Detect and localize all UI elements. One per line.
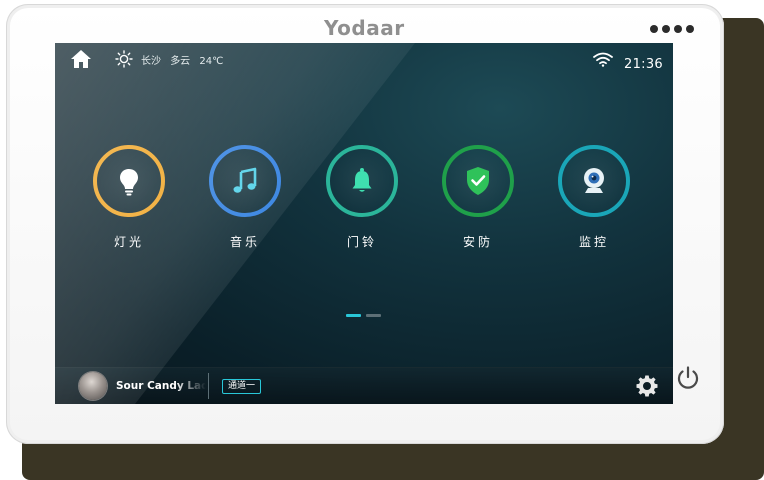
clock: 21:36 (624, 57, 663, 72)
app-label: 监控 (578, 235, 609, 249)
app-ring (442, 145, 514, 217)
power-icon[interactable] (674, 364, 702, 392)
status-bar: 长沙 多云 24℃ 21:36 (55, 43, 673, 77)
app-label: 灯光 (113, 235, 144, 249)
app-ring (558, 145, 630, 217)
app-label: 安防 (462, 235, 493, 249)
channel-button[interactable]: 通道一 (222, 379, 262, 394)
app-ring (93, 145, 165, 217)
weather-info: 长沙 多云 24℃ (141, 52, 229, 67)
app-doorbell[interactable]: 门铃 (319, 143, 409, 263)
album-avatar[interactable] (79, 372, 107, 400)
music-note-icon (233, 167, 257, 193)
screen: 长沙 多云 24℃ 21:36 灯光 音乐 门铃 安防 监控 Sour Cand… (55, 43, 673, 404)
bell-icon (352, 168, 372, 192)
page-indicator (346, 314, 381, 317)
speaker-dot (650, 25, 658, 33)
gear-icon[interactable] (635, 374, 659, 398)
speaker-dots (650, 25, 694, 33)
sun-icon (115, 50, 133, 68)
weather-label: 多云 (170, 56, 191, 67)
song-title[interactable]: Sour Candy Lady (116, 380, 206, 392)
app-ring (209, 145, 281, 217)
app-lighting[interactable]: 灯光 (86, 143, 176, 263)
app-ring (326, 145, 398, 217)
home-icon[interactable] (69, 48, 93, 70)
app-security[interactable]: 安防 (435, 143, 525, 263)
app-label: 门铃 (346, 235, 377, 249)
city-label: 长沙 (141, 56, 161, 67)
app-music[interactable]: 音乐 (202, 143, 292, 263)
wifi-icon (593, 52, 613, 67)
lightbulb-icon (120, 169, 138, 196)
speaker-dot (662, 25, 670, 33)
app-monitor[interactable]: 监控 (551, 143, 641, 263)
shield-check-icon (467, 167, 489, 195)
page-dot[interactable] (366, 314, 381, 317)
camera-icon (584, 168, 604, 193)
player-bar: Sour Candy Lady 通道一 (55, 367, 673, 404)
app-label: 音乐 (229, 235, 260, 249)
brand-logo: Yodaar (324, 16, 405, 40)
page-dot-active[interactable] (346, 314, 361, 317)
app-grid: 灯光 音乐 门铃 安防 监控 (55, 143, 673, 263)
speaker-dot (686, 25, 694, 33)
speaker-dot (674, 25, 682, 33)
divider (208, 373, 209, 399)
temperature-label: 24℃ (199, 56, 224, 67)
